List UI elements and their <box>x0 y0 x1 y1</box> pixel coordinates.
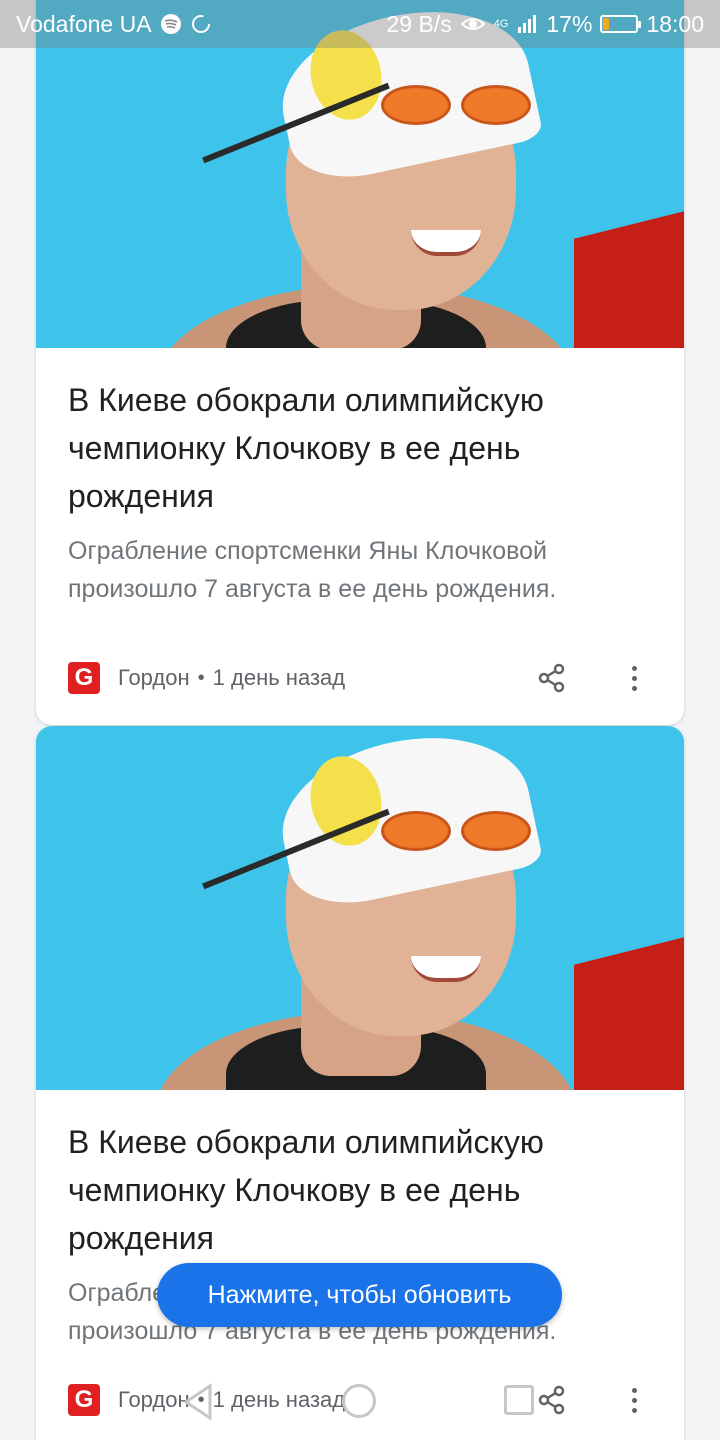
status-bar: Vodafone UA 29 B/s 4G 17% 18:00 <box>0 0 720 48</box>
network-type: 4G <box>493 18 509 30</box>
time-ago: 1 день назад <box>212 1387 346 1412</box>
signal-icon <box>518 15 537 33</box>
share-icon[interactable] <box>534 660 570 696</box>
source-name[interactable]: Гордон <box>118 665 190 691</box>
article-footer: G Гордон • 1 день назад <box>68 1380 652 1420</box>
article-snippet: Ограбление спортсменки Яны Клочковой про… <box>68 537 557 603</box>
source-logo: G <box>68 1384 100 1416</box>
source-name[interactable]: Гордон <box>118 1387 190 1413</box>
article-headline[interactable]: В Киеве обокрали олимпийскую чемпионку К… <box>36 1118 684 1262</box>
article-footer: G Гордон • 1 день назад <box>68 658 652 698</box>
eye-icon <box>460 18 486 30</box>
article-image[interactable] <box>36 0 684 348</box>
news-card[interactable]: В Киеве обокрали олимпийскую чемпионку К… <box>36 726 684 1440</box>
time-ago: 1 день назад <box>212 665 346 690</box>
clock: 18:00 <box>646 10 704 37</box>
more-options-icon[interactable] <box>616 1382 652 1418</box>
separator-dot: • <box>197 1388 205 1411</box>
news-card[interactable]: В Киеве обокрали олимпийскую чемпионку К… <box>36 0 684 725</box>
refresh-button[interactable]: Нажмите, чтобы обновить <box>157 1263 562 1327</box>
article-image[interactable] <box>36 726 684 1090</box>
sync-icon <box>191 15 210 33</box>
battery-icon <box>600 15 642 33</box>
article-headline[interactable]: В Киеве обокрали олимпийскую чемпионку К… <box>36 376 684 520</box>
battery-percent: 17% <box>546 10 593 37</box>
more-options-icon[interactable] <box>616 660 652 696</box>
carrier-name: Vodafone UA <box>16 10 152 37</box>
source-logo: G <box>68 662 100 694</box>
share-icon[interactable] <box>534 1382 570 1418</box>
network-speed: 29 B/s <box>386 10 452 37</box>
spotify-icon <box>160 14 181 34</box>
separator-dot: • <box>197 666 205 689</box>
